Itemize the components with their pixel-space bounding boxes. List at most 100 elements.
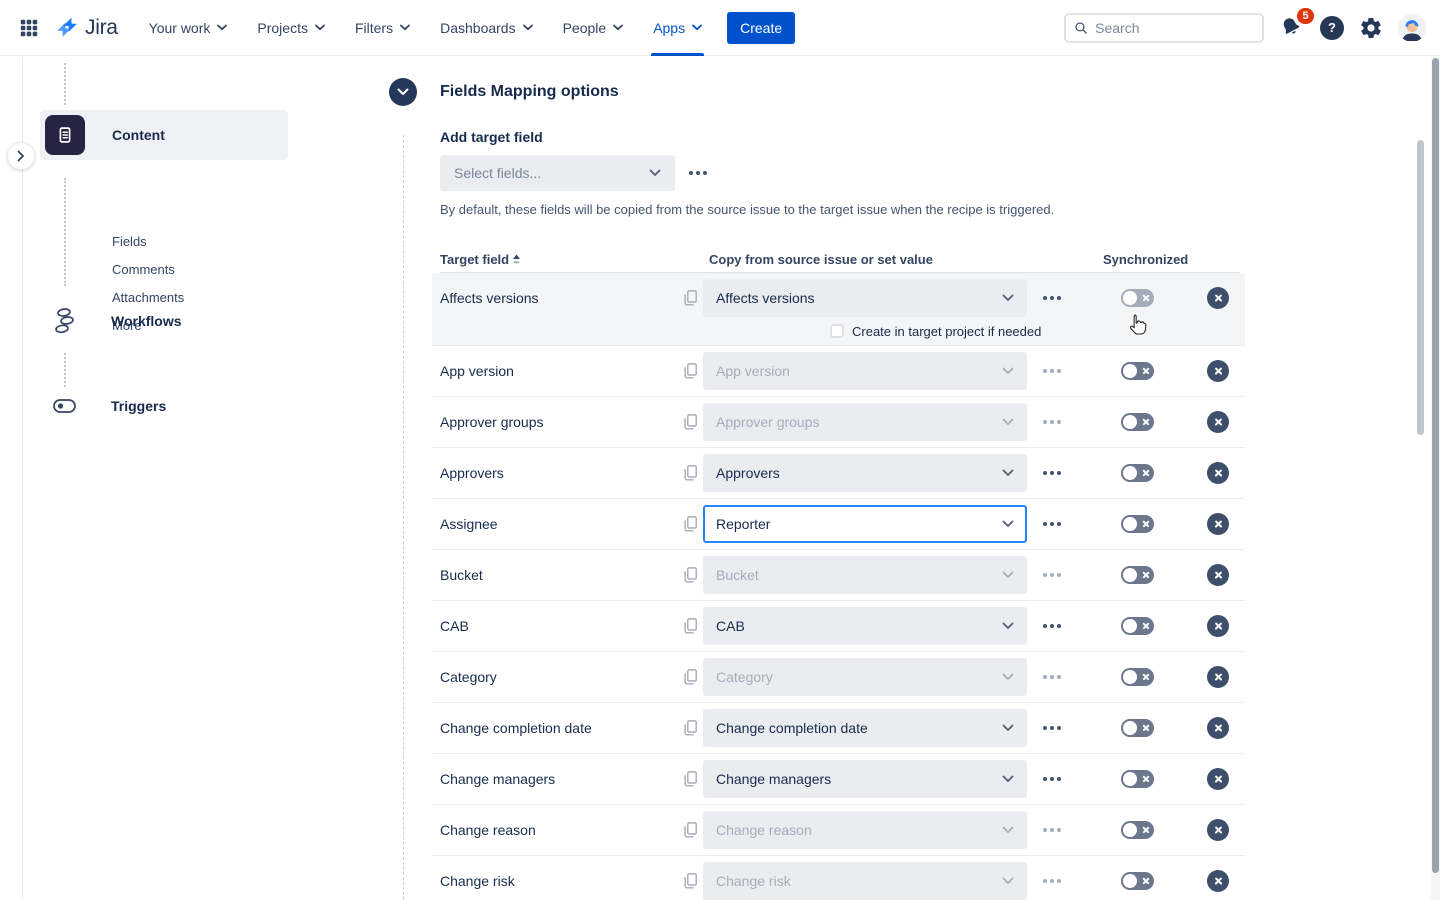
remove-field-button[interactable] <box>1207 411 1229 433</box>
value-select[interactable]: Change managers <box>703 760 1027 798</box>
copy-icon[interactable] <box>682 515 698 533</box>
value-select[interactable]: Bucket <box>703 556 1027 594</box>
create-in-target-checkbox[interactable] <box>830 324 844 338</box>
value-select[interactable]: Approver groups <box>703 403 1027 441</box>
chevron-down-icon <box>523 24 533 31</box>
select-fields-dropdown[interactable]: Select fields... <box>440 155 675 191</box>
remove-field-button[interactable] <box>1207 615 1229 637</box>
column-header-target-field[interactable]: Target field <box>440 252 521 267</box>
dot <box>1057 624 1061 628</box>
synchronized-toggle[interactable] <box>1121 719 1154 737</box>
synchronized-toggle[interactable] <box>1121 413 1154 431</box>
copy-icon[interactable] <box>682 719 698 737</box>
sidebar-node-content[interactable]: Content <box>40 110 288 160</box>
row-more-options-button[interactable] <box>1040 616 1064 636</box>
sidebar-item-attachments[interactable]: Attachments <box>112 290 184 306</box>
value-select[interactable]: Affects versions <box>703 279 1027 317</box>
copy-icon[interactable] <box>682 668 698 686</box>
nav-item-your-work[interactable]: Your work <box>134 0 243 56</box>
remove-field-button[interactable] <box>1207 768 1229 790</box>
nav-item-people[interactable]: People <box>548 0 639 56</box>
remove-field-button[interactable] <box>1207 666 1229 688</box>
more-options-button[interactable] <box>684 168 712 178</box>
row-more-options-button[interactable] <box>1040 667 1064 687</box>
remove-field-button[interactable] <box>1207 717 1229 739</box>
help-button[interactable]: ? <box>1320 16 1344 40</box>
remove-field-button[interactable] <box>1207 360 1229 382</box>
synchronized-toggle[interactable] <box>1121 566 1154 584</box>
expand-panel-button[interactable] <box>7 142 35 170</box>
table-row-main: Change reason Change reason <box>440 805 1245 855</box>
remove-field-button[interactable] <box>1207 564 1229 586</box>
value-select[interactable]: Change risk <box>703 862 1027 900</box>
remove-field-button[interactable] <box>1207 870 1229 892</box>
remove-field-button[interactable] <box>1207 513 1229 535</box>
copy-icon[interactable] <box>682 821 698 839</box>
synchronized-toggle[interactable] <box>1121 668 1154 686</box>
row-more-options-button[interactable] <box>1040 412 1064 432</box>
avatar[interactable] <box>1398 14 1426 42</box>
row-more-options-button[interactable] <box>1040 463 1064 483</box>
remove-field-button[interactable] <box>1207 462 1229 484</box>
value-select[interactable]: App version <box>703 352 1027 390</box>
row-more-options-button[interactable] <box>1040 820 1064 840</box>
settings-button[interactable] <box>1359 16 1383 40</box>
row-more-options-button[interactable] <box>1040 361 1064 381</box>
synchronized-toggle[interactable] <box>1121 617 1154 635</box>
value-select[interactable]: Approvers <box>703 454 1027 492</box>
row-more-options-button[interactable] <box>1040 718 1064 738</box>
dot <box>1057 420 1061 424</box>
synchronized-toggle[interactable] <box>1121 289 1154 307</box>
synchronized-toggle[interactable] <box>1121 362 1154 380</box>
notifications-button[interactable]: 5 <box>1279 15 1305 41</box>
copy-icon[interactable] <box>682 413 698 431</box>
row-more-options-button[interactable] <box>1040 565 1064 585</box>
remove-field-button[interactable] <box>1207 819 1229 841</box>
row-more-options-button[interactable] <box>1040 514 1064 534</box>
copy-icon[interactable] <box>682 872 698 890</box>
remove-field-button[interactable] <box>1207 287 1229 309</box>
inner-scrollbar-thumb[interactable] <box>1417 140 1424 435</box>
nav-item-filters[interactable]: Filters <box>340 0 425 56</box>
connector-line <box>64 63 66 105</box>
value-select[interactable]: Category <box>703 658 1027 696</box>
copy-icon[interactable] <box>682 770 698 788</box>
synchronized-toggle[interactable] <box>1121 464 1154 482</box>
value-select[interactable]: Change completion date <box>703 709 1027 747</box>
page-scrollbar-thumb[interactable] <box>1432 58 1439 873</box>
row-more-options-button[interactable] <box>1040 769 1064 789</box>
toggle-knob <box>1123 517 1137 531</box>
row-more-options-button[interactable] <box>1040 288 1064 308</box>
copy-icon[interactable] <box>682 362 698 380</box>
synchronized-toggle[interactable] <box>1121 821 1154 839</box>
nav-item-apps[interactable]: Apps <box>638 0 717 56</box>
create-button[interactable]: Create <box>727 12 795 44</box>
copy-icon[interactable] <box>682 566 698 584</box>
nav-item-label: Projects <box>257 20 308 36</box>
value-select[interactable]: Change reason <box>703 811 1027 849</box>
nav-item-dashboards[interactable]: Dashboards <box>425 0 548 56</box>
sidebar-node-triggers[interactable]: Triggers <box>52 397 166 415</box>
dot <box>1057 573 1061 577</box>
value-select-text: Category <box>716 669 773 685</box>
value-select[interactable]: CAB <box>703 607 1027 645</box>
copy-icon[interactable] <box>682 464 698 482</box>
value-select[interactable]: Reporter <box>703 505 1027 543</box>
synchronized-toggle[interactable] <box>1121 515 1154 533</box>
copy-icon[interactable] <box>682 617 698 635</box>
synchronized-toggle[interactable] <box>1121 770 1154 788</box>
dot <box>1043 369 1047 373</box>
search-input[interactable] <box>1095 20 1254 36</box>
sidebar-node-workflows[interactable]: Workflows <box>52 307 182 335</box>
jira-logo[interactable]: Jira <box>54 15 118 41</box>
dot <box>1057 675 1061 679</box>
sidebar-item-comments[interactable]: Comments <box>112 262 184 278</box>
synchronized-toggle[interactable] <box>1121 872 1154 890</box>
nav-item-projects[interactable]: Projects <box>242 0 340 56</box>
copy-icon[interactable] <box>682 289 698 307</box>
collapse-section-button[interactable] <box>389 78 417 106</box>
row-more-options-button[interactable] <box>1040 871 1064 891</box>
app-switcher-icon[interactable] <box>16 15 42 41</box>
sidebar-item-fields[interactable]: Fields <box>112 234 184 250</box>
search-box[interactable] <box>1064 13 1264 43</box>
